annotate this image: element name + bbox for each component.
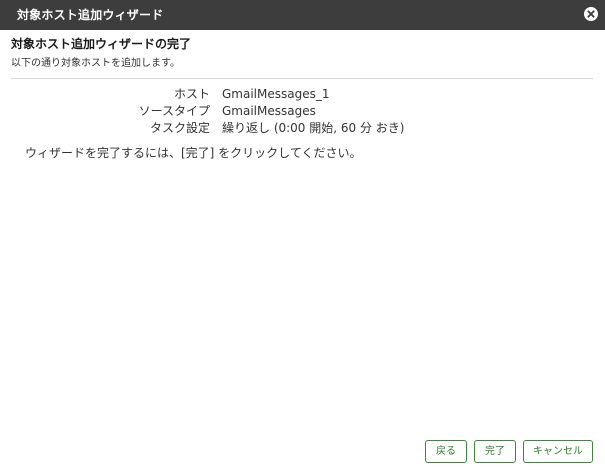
summary-row-host: ホスト GmailMessages_1: [0, 86, 605, 103]
summary-value: GmailMessages: [222, 104, 316, 118]
summary-row-source-type: ソースタイプ GmailMessages: [0, 103, 605, 120]
finish-button[interactable]: 完了: [474, 440, 516, 463]
summary-value: GmailMessages_1: [222, 87, 330, 101]
back-button[interactable]: 戻る: [425, 440, 467, 463]
summary-label: ソースタイプ: [138, 104, 210, 118]
divider: [11, 78, 593, 79]
page-subtitle: 以下の通り対象ホストを追加します。: [11, 58, 180, 69]
page-heading: 対象ホスト追加ウィザードの完了: [11, 37, 192, 51]
summary-row-task-settings: タスク設定 繰り返し (0:00 開始, 60 分 おき): [0, 120, 605, 137]
summary-table: ホスト GmailMessages_1 ソースタイプ GmailMessages…: [0, 86, 605, 137]
dialog-titlebar: 対象ホスト追加ウィザード: [0, 0, 605, 30]
dialog-footer: 戻る 完了 キャンセル: [425, 440, 593, 463]
summary-value: 繰り返し (0:00 開始, 60 分 おき): [222, 121, 405, 135]
dialog-title: 対象ホスト追加ウィザード: [17, 8, 164, 22]
summary-label: タスク設定: [149, 121, 210, 135]
summary-label: ホスト: [173, 87, 210, 101]
cancel-button[interactable]: キャンセル: [523, 440, 593, 463]
close-icon[interactable]: [584, 7, 598, 21]
instruction-text: ウィザードを完了するには、[完了] をクリックしてください。: [25, 146, 362, 160]
wizard-dialog: 対象ホスト追加ウィザード 対象ホスト追加ウィザードの完了 以下の通り対象ホストを…: [0, 0, 605, 470]
